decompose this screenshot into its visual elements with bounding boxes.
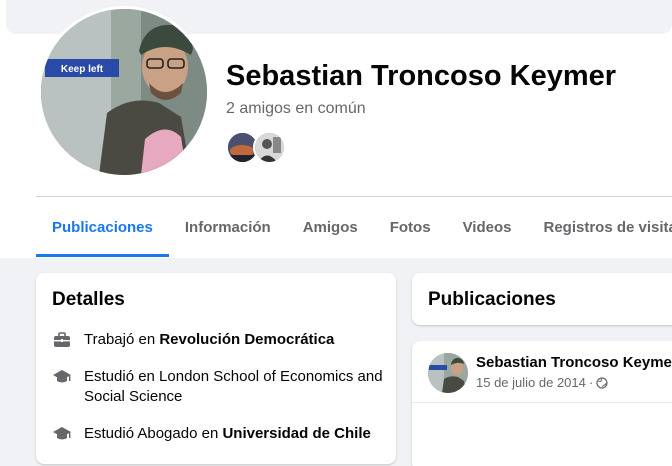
profile-avatar[interactable]: Keep left — [38, 6, 210, 178]
globe-icon[interactable] — [596, 376, 608, 389]
post-date[interactable]: 15 de julio de 2014 — [476, 375, 586, 390]
publications-header-card: Publicaciones — [412, 273, 672, 325]
publications-title: Publicaciones — [428, 289, 556, 310]
post-divider — [412, 402, 672, 403]
detail-education-lse-prefix: Estudió en London School of Economics an… — [84, 368, 383, 405]
graduation-cap-icon — [53, 370, 71, 383]
tab-informacion[interactable]: Información — [169, 205, 287, 257]
detail-work: Trabajó en Revolución Democrática — [52, 330, 388, 350]
tab-fotos[interactable]: Fotos — [374, 205, 447, 257]
detail-work-link[interactable]: Revolución Democrática — [159, 331, 334, 348]
tab-publicaciones[interactable]: Publicaciones — [36, 205, 169, 257]
post-author-name[interactable]: Sebastian Troncoso Keymer — [476, 354, 672, 371]
mutual-friends-avatars — [226, 131, 290, 165]
header-divider — [36, 196, 672, 197]
detail-education-uchile: Estudió Abogado en Universidad de Chile — [52, 424, 388, 444]
friend-photo — [255, 133, 284, 162]
post-author-photo — [428, 353, 468, 393]
profile-name: Sebastian Troncoso Keymer — [226, 60, 617, 92]
graduation-cap-icon — [53, 427, 71, 440]
detail-education-uchile-prefix: Estudió Abogado en — [84, 425, 223, 442]
detail-work-text: Trabajó en Revolución Democrática — [84, 330, 334, 350]
detail-education-uchile-link[interactable]: Universidad de Chile — [222, 425, 370, 442]
detail-work-prefix: Trabajó en — [84, 331, 160, 348]
post-meta: 15 de julio de 2014 · — [476, 375, 608, 390]
details-card: Detalles Trabajó en Revolución Democráti… — [36, 273, 396, 464]
tab-amigos[interactable]: Amigos — [287, 205, 374, 257]
mutual-friend-avatar[interactable] — [253, 131, 286, 164]
details-title: Detalles — [52, 289, 125, 310]
profile-photo: Keep left — [41, 9, 207, 175]
detail-education-lse: Estudió en London School of Economics an… — [52, 367, 388, 407]
post-meta-separator: · — [588, 375, 594, 390]
tab-registros-de-visitas[interactable]: Registros de visitas — [527, 205, 672, 257]
post-author-avatar[interactable] — [428, 353, 468, 393]
detail-education-uchile-text: Estudió Abogado en Universidad de Chile — [84, 424, 371, 444]
post-card: Sebastian Troncoso Keymer 15 de julio de… — [412, 341, 672, 466]
briefcase-icon — [54, 332, 70, 347]
profile-tabs: Publicaciones Información Amigos Fotos V… — [36, 205, 672, 257]
detail-education-lse-text: Estudió en London School of Economics an… — [84, 367, 388, 407]
tab-videos[interactable]: Videos — [447, 205, 528, 257]
keep-left-sign: Keep left — [61, 64, 104, 75]
mutual-friends-count[interactable]: 2 amigos en común — [226, 100, 366, 118]
